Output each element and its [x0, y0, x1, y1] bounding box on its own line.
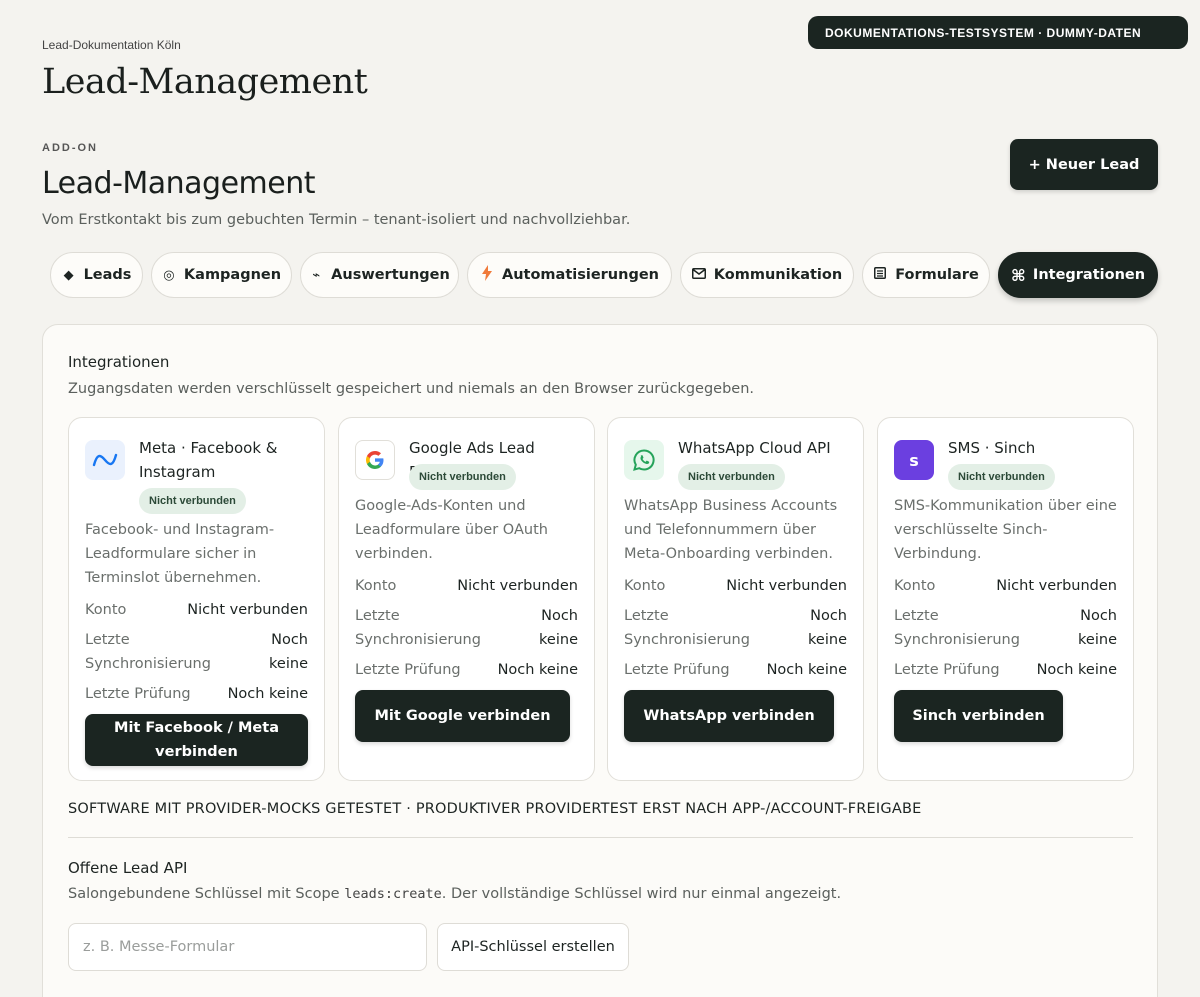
status-badge: Nicht verbunden — [139, 488, 246, 514]
sync-value: Noch keine — [269, 632, 308, 672]
integration-description: Facebook- und Instagram-Leadformulare si… — [85, 522, 275, 586]
tab-automatisierungen[interactable]: Automatisierungen — [467, 252, 672, 298]
google-icon — [355, 440, 395, 480]
tab-label: Auswertungen — [331, 267, 450, 283]
konto-value: Nicht verbunden — [187, 602, 308, 618]
integration-card-whatsapp: WhatsApp Cloud API Nicht verbunden Whats… — [607, 417, 864, 781]
tab-kampagnen[interactable]: ◎ Kampagnen — [151, 252, 292, 298]
check-value: Noch keine — [1036, 662, 1117, 678]
tab-label: Kommunikation — [713, 267, 843, 283]
check-label: Letzte Prüfung — [85, 686, 191, 702]
api-key-name-input[interactable] — [68, 923, 427, 971]
check-label: Letzte Prüfung — [355, 662, 461, 678]
tab-label: Automatisierungen — [501, 267, 659, 283]
check-label: Letzte Prüfung — [894, 662, 1000, 678]
tab-formulare[interactable]: Formulare — [862, 252, 990, 298]
integrations-description: Zugangsdaten werden verschlüsselt gespei… — [68, 381, 754, 397]
sync-label: Letzte Synchronisierung — [894, 608, 1020, 648]
section-subtitle: Vom Erstkontakt bis zum gebuchten Termin… — [42, 212, 631, 228]
integration-description: SMS-Kommunikation über eine verschlüssel… — [894, 498, 1117, 562]
konto-value: Nicht verbunden — [726, 578, 847, 594]
integration-card-google: Google Ads Lead Forms Nicht verbunden Go… — [338, 417, 595, 781]
lightning-icon — [480, 265, 494, 285]
tab-bar: ◆ Leads ◎ Kampagnen ⌁ Auswertungen Autom… — [0, 252, 1200, 298]
provider-test-note: SOFTWARE MIT PROVIDER-MOCKS GETESTET · P… — [68, 801, 922, 817]
whatsapp-icon — [624, 440, 664, 480]
connect-google-button[interactable]: Mit Google verbinden — [355, 690, 570, 742]
api-section-title: Offene Lead API — [68, 859, 188, 877]
sync-label: Letzte Synchronisierung — [624, 608, 750, 648]
konto-label: Konto — [624, 578, 666, 594]
integration-name: WhatsApp Cloud API — [678, 439, 831, 457]
create-api-key-button[interactable]: API-Schlüssel erstellen — [437, 923, 629, 971]
test-system-banner: DOKUMENTATIONS-TESTSYSTEM · DUMMY-DATEN — [808, 16, 1188, 49]
integration-card-meta: Meta · Facebook & Instagram Nicht verbun… — [68, 417, 325, 781]
tab-integrationen[interactable]: ⌘ Integrationen — [998, 252, 1158, 298]
connect-meta-button[interactable]: Mit Facebook / Meta verbinden — [85, 714, 308, 766]
konto-label: Konto — [85, 602, 127, 618]
tab-kommunikation[interactable]: Kommunikation — [680, 252, 854, 298]
sinch-logo-letter: s — [909, 450, 919, 470]
sync-label: Letzte Synchronisierung — [85, 632, 211, 672]
tab-leads[interactable]: ◆ Leads — [50, 252, 143, 298]
divider — [68, 837, 1133, 838]
check-value: Noch keine — [766, 662, 847, 678]
api-section-description: Salongebundene Schlüssel mit Scope leads… — [68, 886, 841, 902]
tab-label: Kampagnen — [183, 267, 282, 283]
status-badge: Nicht verbunden — [948, 464, 1055, 490]
sinch-icon: s — [894, 440, 934, 480]
integration-name: Meta · Facebook & Instagram — [139, 439, 278, 481]
section-eyebrow: ADD-ON — [42, 142, 98, 154]
api-desc-text: Salongebundene Schlüssel mit Scope — [68, 886, 345, 902]
sync-value: Noch keine — [1078, 608, 1117, 648]
integration-name: SMS · Sinch — [948, 439, 1036, 457]
new-lead-button[interactable]: + Neuer Lead — [1010, 139, 1158, 190]
form-icon — [873, 267, 887, 283]
konto-value: Nicht verbunden — [996, 578, 1117, 594]
integrations-panel: Integrationen Zugangsdaten werden versch… — [42, 324, 1158, 997]
section-title: Lead-Management — [42, 166, 316, 201]
meta-icon — [85, 440, 125, 480]
tab-label: Integrationen — [1032, 267, 1146, 283]
tab-label: Formulare — [895, 267, 979, 283]
sync-label: Letzte Synchronisierung — [355, 608, 481, 648]
konto-value: Nicht verbunden — [457, 578, 578, 594]
status-badge: Nicht verbunden — [409, 464, 516, 490]
page-title: Lead-Management — [42, 62, 368, 102]
diamond-icon: ◆ — [63, 267, 74, 283]
check-value: Noch keine — [227, 686, 308, 702]
connect-whatsapp-button[interactable]: WhatsApp verbinden — [624, 690, 834, 742]
status-badge: Nicht verbunden — [678, 464, 785, 490]
connect-sinch-button[interactable]: Sinch verbinden — [894, 690, 1063, 742]
integration-description: Google-Ads-Konten und Leadformulare über… — [355, 498, 548, 562]
tab-label: Leads — [83, 267, 132, 283]
konto-label: Konto — [355, 578, 397, 594]
command-icon: ⌘ — [1010, 265, 1026, 285]
integration-card-sinch: s SMS · Sinch Nicht verbunden SMS-Kommun… — [877, 417, 1134, 781]
envelope-icon — [691, 267, 706, 283]
api-scope-code: leads:create — [344, 886, 442, 902]
trend-icon: ⌁ — [312, 267, 321, 283]
breadcrumb: Lead-Dokumentation Köln — [42, 38, 181, 52]
api-desc-text: . Der vollständige Schlüssel wird nur ei… — [441, 886, 842, 902]
check-value: Noch keine — [497, 662, 578, 678]
konto-label: Konto — [894, 578, 936, 594]
target-icon: ◎ — [163, 267, 175, 283]
sync-value: Noch keine — [539, 608, 578, 648]
integrations-title: Integrationen — [68, 353, 170, 371]
integration-description: WhatsApp Business Accounts und Telefonnu… — [624, 498, 838, 562]
check-label: Letzte Prüfung — [624, 662, 730, 678]
sync-value: Noch keine — [808, 608, 847, 648]
tab-auswertungen[interactable]: ⌁ Auswertungen — [300, 252, 459, 298]
